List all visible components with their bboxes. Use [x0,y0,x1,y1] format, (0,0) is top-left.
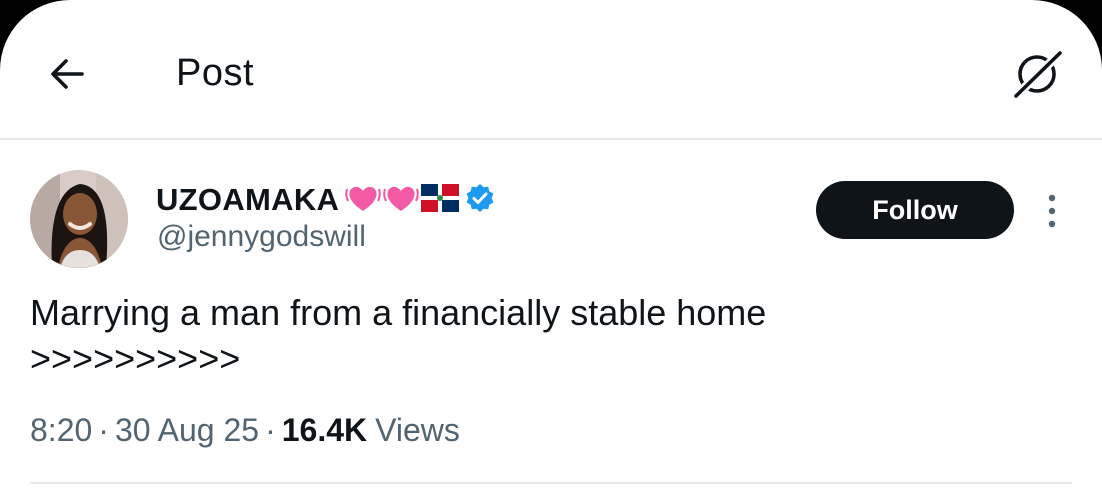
more-vertical-icon [1048,194,1056,228]
more-options-button[interactable] [1038,190,1066,232]
dominican-republic-flag-icon [421,183,460,217]
arrow-left-icon [51,59,84,89]
back-button[interactable] [40,46,96,102]
post-time[interactable]: 8:20 [30,412,92,449]
bottom-divider [30,482,1072,484]
views-label: Views [375,412,460,448]
post-screen: Post UZOAMAKA @jennygodswill Follow Marr… [0,0,1102,502]
post-text-line: >>>>>>>>>> [30,338,241,379]
post-text: Marrying a man from a financially stable… [30,290,1080,382]
separator: · [98,412,109,448]
post-date[interactable]: 30 Aug 25 [115,412,259,449]
page-title: Post [176,52,255,94]
grok-icon [1011,48,1065,101]
display-name-row: UZOAMAKA [156,178,495,222]
growing-heart-icon [345,181,382,220]
grok-button[interactable] [1008,46,1068,102]
top-bar: Post [0,0,1102,140]
growing-heart-icon [383,181,420,220]
user-handle[interactable]: @jennygodswill [157,220,366,254]
post-text-line: Marrying a man from a financially stable… [30,292,767,333]
post-meta: 8:20 · 30 Aug 25 · 16.4K Views [30,412,460,449]
avatar[interactable] [30,170,128,268]
avatar-image [30,170,128,268]
header-divider [0,138,1102,140]
views-count: 16.4K [281,412,368,448]
verified-badge-icon[interactable] [465,183,495,218]
separator: · [265,412,276,448]
follow-button[interactable]: Follow [816,181,1014,239]
display-name[interactable]: UZOAMAKA [156,182,339,218]
